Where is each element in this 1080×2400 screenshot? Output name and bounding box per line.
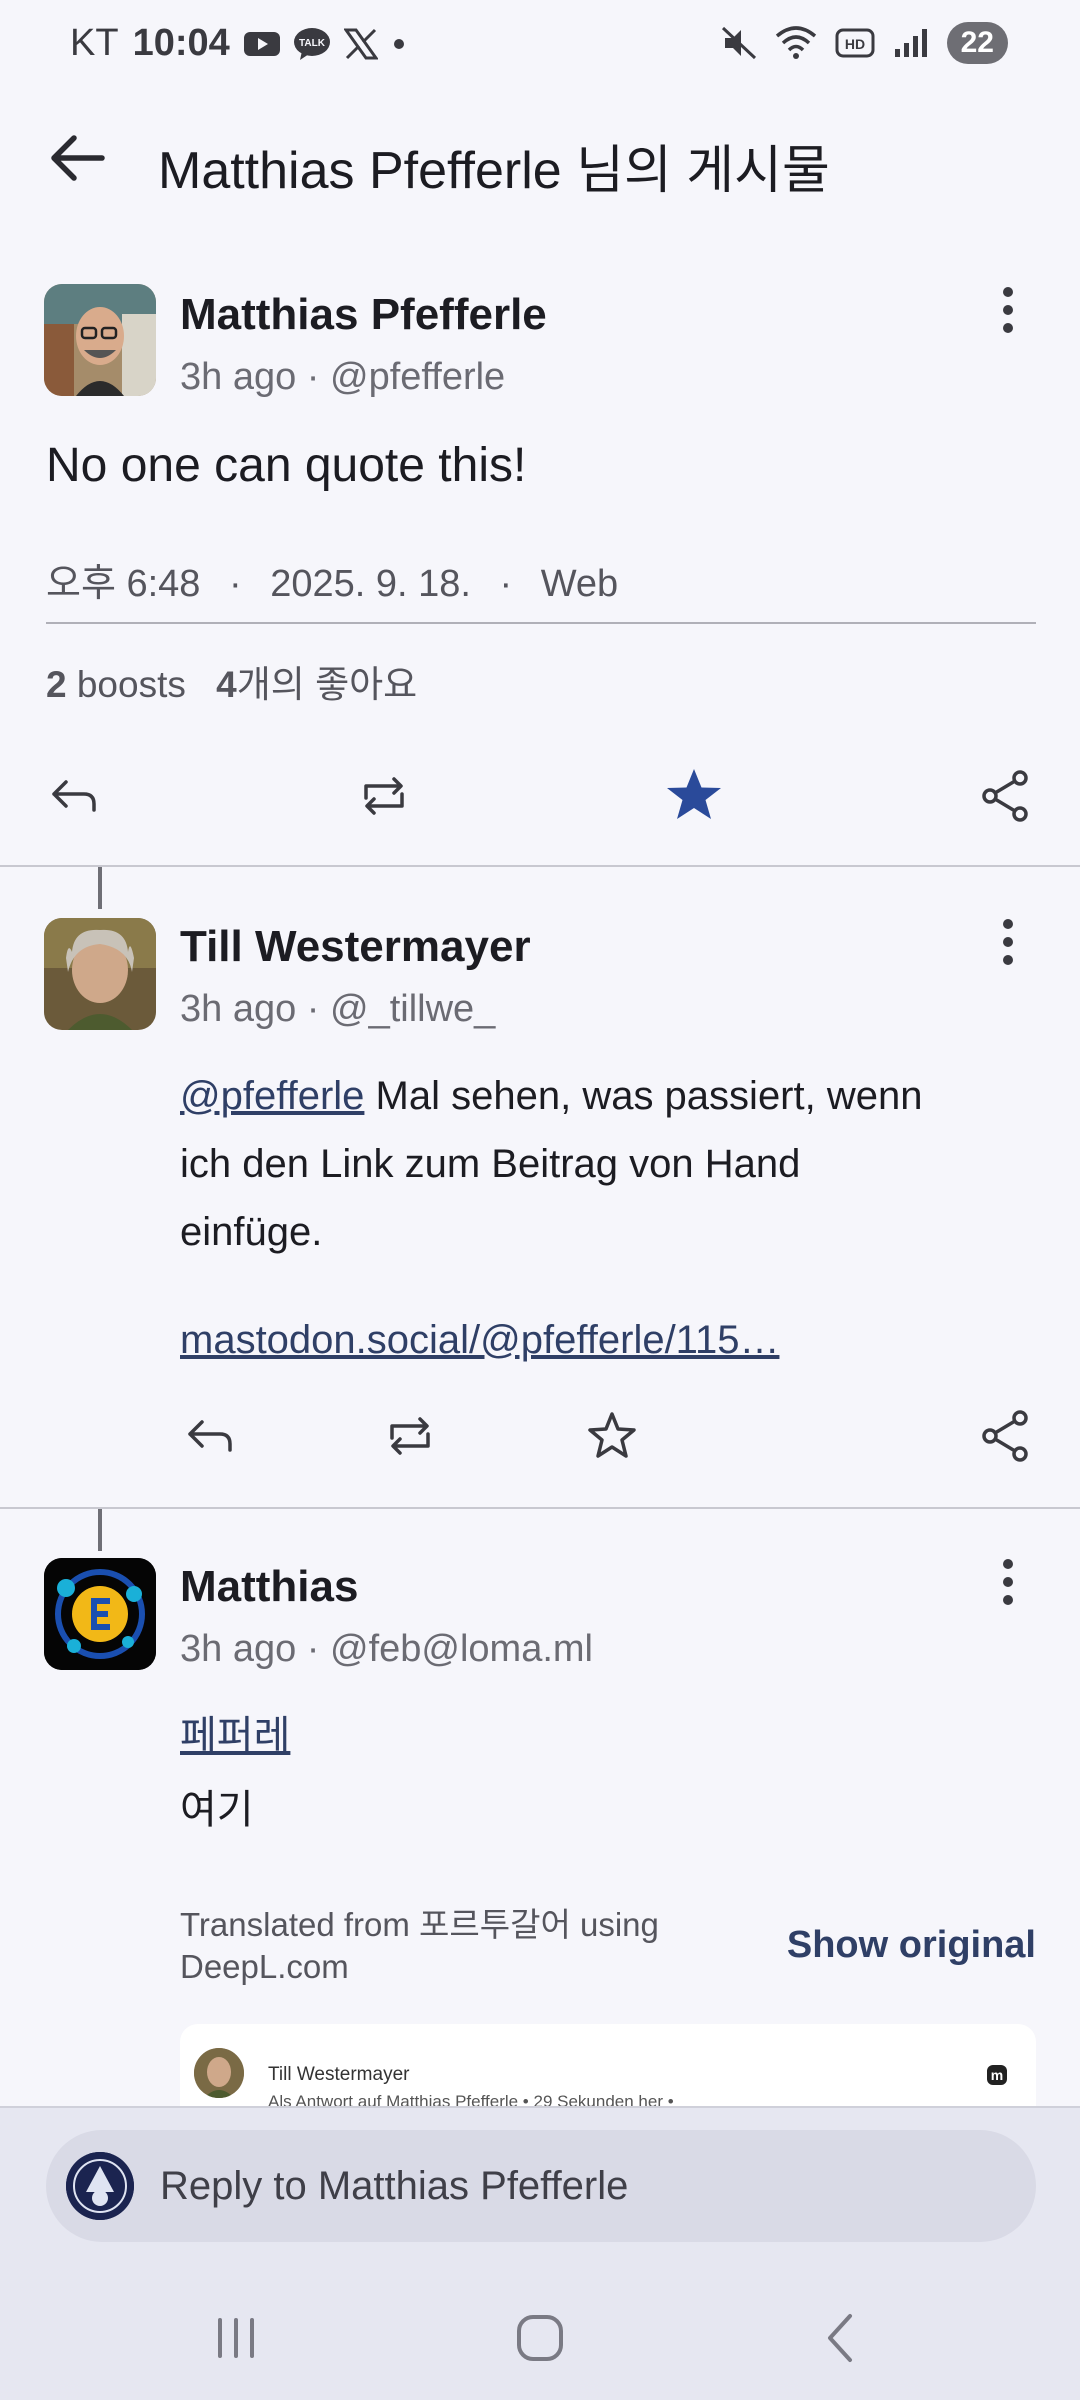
embedded-post-preview[interactable]: Till Westermayer Als Antwort auf Matthia… <box>180 2024 1036 2106</box>
avatar[interactable] <box>44 1558 156 1670</box>
x-icon <box>343 28 378 59</box>
reply-composer[interactable]: Reply to Matthias Pfefferle <box>46 2130 1036 2242</box>
clock: 10:04 <box>132 22 230 64</box>
hd-icon: HD <box>835 28 875 58</box>
recent-apps-icon[interactable] <box>206 2308 266 2368</box>
post-separator <box>0 1507 1080 1509</box>
youtube-icon <box>243 31 280 56</box>
system-nav-bar <box>0 2280 1080 2400</box>
app-bar: Matthias Pfefferle 님의 게시물 <box>0 110 1080 206</box>
carrier-label: KT <box>70 22 119 64</box>
content-line: ich den Link zum Beitrag von Hand <box>180 1142 801 1186</box>
page-title: Matthias Pfefferle 님의 게시물 <box>158 142 830 200</box>
battery-indicator: 22 <box>946 22 1008 64</box>
dot-icon <box>393 38 404 49</box>
reply-icon[interactable] <box>44 766 104 826</box>
likes-label: 개의 좋아요 <box>236 664 418 705</box>
boosts-count: 2 <box>46 664 67 705</box>
post-separator <box>0 865 1080 867</box>
share-icon[interactable] <box>976 1406 1036 1466</box>
reply-input-placeholder[interactable]: Reply to Matthias Pfefferle <box>160 2164 628 2209</box>
content-line: einfüge. <box>180 1210 323 1254</box>
post-divider <box>46 622 1036 624</box>
post-url-link[interactable]: mastodon.social/@pfefferle/115… <box>180 1306 779 1374</box>
home-icon[interactable] <box>510 2308 570 2368</box>
show-original-button[interactable]: Show original <box>787 1924 1036 1967</box>
talk-icon: TALK <box>293 27 330 60</box>
share-icon[interactable] <box>976 766 1036 826</box>
translation-provider: DeepL.com <box>180 1948 349 1985</box>
more-vertical-icon[interactable] <box>988 1552 1028 1612</box>
boost-icon[interactable] <box>380 1406 440 1466</box>
signal-icon <box>894 29 927 57</box>
post-meta: 3h ago · @feb@loma.ml <box>180 1628 593 1670</box>
likes-count: 4 <box>216 664 237 705</box>
thread-line <box>98 867 102 909</box>
more-vertical-icon[interactable] <box>988 912 1028 972</box>
svg-text:HD: HD <box>845 36 865 52</box>
reply-content: @pfefferle Mal sehen, was passiert, wenn… <box>180 1062 1040 1266</box>
back-icon[interactable] <box>812 2308 872 2368</box>
mastodon-icon: m <box>987 2065 1007 2085</box>
more-vertical-icon[interactable] <box>988 280 1028 340</box>
post-stats: 2 boosts 4개의 좋아요 <box>46 654 417 708</box>
back-arrow-icon[interactable] <box>46 126 110 190</box>
boosts-label: boosts <box>66 664 186 705</box>
mute-icon <box>721 26 756 60</box>
post-meta: 3h ago · @_tillwe_ <box>180 988 496 1030</box>
mention-link[interactable]: @pfefferle <box>180 1074 364 1118</box>
reply-content: 여기 <box>180 1788 254 1832</box>
avatar[interactable] <box>44 918 156 1030</box>
post-content: No one can quote this! <box>46 439 527 492</box>
post-date: 2025. 9. 18. <box>270 563 471 605</box>
embed-avatar <box>194 2048 244 2098</box>
avatar[interactable] <box>44 284 156 396</box>
mention-link[interactable]: 페퍼레 <box>180 1702 290 1770</box>
post-details: 오후 6:48 · 2025. 9. 18. · Web <box>46 563 619 605</box>
favourite-star-icon[interactable] <box>664 766 724 826</box>
content-line: Mal sehen, was passiert, wenn <box>364 1074 923 1118</box>
translation-note: Translated from 포르투갈어 using DeepL.com <box>180 1904 659 1988</box>
embed-author: Till Westermayer <box>268 2064 410 2085</box>
boost-icon[interactable] <box>354 766 414 826</box>
embed-meta: Als Antwort auf Matthias Pfefferle • 29 … <box>268 2092 674 2106</box>
status-bar: KT 10:04 TALK HD 22 <box>0 0 1080 96</box>
wifi-icon <box>775 26 816 59</box>
author-name[interactable]: Till Westermayer <box>180 922 531 972</box>
thread-line <box>98 1509 102 1551</box>
reply-icon[interactable] <box>180 1406 240 1466</box>
svg-text:TALK: TALK <box>299 38 326 49</box>
post-time: 오후 6:48 <box>46 563 201 605</box>
author-name[interactable]: Matthias <box>180 1562 358 1612</box>
star-outline-icon[interactable] <box>582 1406 642 1466</box>
boosts-stat[interactable]: 2 boosts <box>46 664 186 705</box>
likes-stat[interactable]: 4개의 좋아요 <box>216 664 417 705</box>
avatar <box>66 2152 134 2220</box>
post-source: Web <box>540 563 619 605</box>
author-name[interactable]: Matthias Pfefferle <box>180 290 547 340</box>
translation-source: Translated from 포르투갈어 using <box>180 1906 659 1943</box>
svg-text:m: m <box>991 2067 1003 2083</box>
post-meta: 3h ago · @pfefferle <box>180 356 506 398</box>
